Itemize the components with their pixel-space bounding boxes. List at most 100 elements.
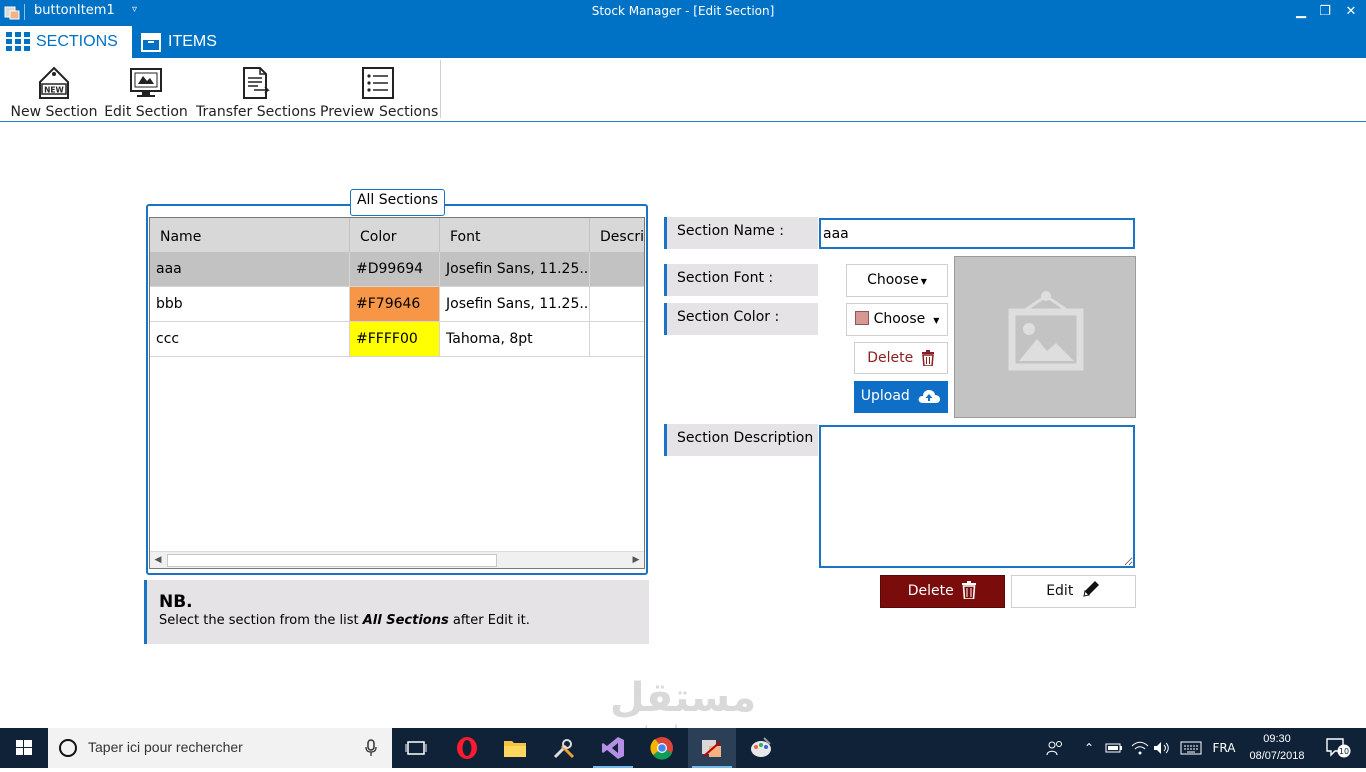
svg-text:NEW: NEW (44, 86, 64, 95)
choose-color-button[interactable]: Choose ▼ (846, 303, 948, 336)
upload-image-button[interactable]: Upload (854, 381, 948, 413)
tab-sections[interactable]: SECTIONS (0, 26, 132, 58)
file-explorer-taskbar-button[interactable] (491, 728, 539, 768)
visual-studio-taskbar-button[interactable] (589, 728, 637, 768)
column-header-description[interactable]: Descri (590, 218, 644, 252)
edit-section-button[interactable]: Edit Section (104, 62, 188, 120)
cell-font[interactable]: Josefin Sans, 11.25... (440, 252, 590, 287)
chrome-taskbar-button[interactable] (638, 728, 686, 768)
delete-section-label: Delete (907, 583, 954, 599)
cortana-icon (59, 739, 77, 757)
clock-date: 08/07/2018 (1249, 750, 1305, 762)
tray-overflow-chevron-icon[interactable]: ⌃ (1080, 728, 1098, 768)
note-text-after: after Edit it. (448, 613, 530, 628)
sections-grid[interactable]: Name Color Font Descri aaa #D99694 Josefin… (149, 217, 645, 569)
tools-taskbar-button[interactable] (540, 728, 588, 768)
section-description-input[interactable] (819, 425, 1135, 568)
tab-items-label: ITEMS (168, 33, 217, 50)
transfer-sections-label: Transfer Sections (196, 104, 317, 120)
section-image-placeholder[interactable] (954, 256, 1136, 418)
taskbar: Taper ici pour rechercher ⌃ FRA 09:30 08… (0, 728, 1366, 768)
close-button[interactable]: ✕ (1340, 2, 1362, 22)
cell-color[interactable]: #FFFF00 (350, 322, 440, 357)
note-text-emphasis: All Sections (362, 613, 449, 628)
cell-description[interactable] (590, 252, 644, 287)
delete-section-button[interactable]: Delete (880, 575, 1005, 608)
preview-sections-button[interactable]: Preview Sections (320, 62, 438, 120)
restore-button[interactable]: ❐ (1314, 2, 1336, 22)
upload-image-label: Upload (860, 388, 910, 404)
visual-studio-icon (602, 737, 624, 759)
tab-items[interactable]: ITEMS (136, 26, 246, 58)
cell-name[interactable]: ccc (150, 322, 350, 357)
people-icon[interactable] (1044, 728, 1066, 768)
table-row[interactable]: aaa #D99694 Josefin Sans, 11.25... (150, 252, 644, 287)
edit-section-submit-button[interactable]: Edit (1011, 575, 1136, 608)
image-placeholder-icon (1008, 291, 1084, 371)
edit-monitor-icon (130, 68, 162, 97)
action-center-button[interactable]: 10 (1318, 728, 1358, 768)
start-button[interactable] (0, 728, 48, 768)
note-title: NB. (159, 592, 193, 612)
table-row[interactable]: bbb #F79646 Josefin Sans, 11.25... (150, 287, 644, 322)
section-name-label: Section Name : (664, 217, 818, 249)
window-title: Stock Manager - [Edit Section] (591, 4, 775, 18)
task-view-button[interactable] (392, 728, 440, 768)
scrollbar-thumb[interactable] (167, 554, 497, 567)
cell-description[interactable] (590, 287, 644, 322)
choose-font-button[interactable]: Choose ▼ (846, 264, 948, 297)
task-view-icon (405, 741, 427, 755)
chrome-icon (650, 737, 673, 760)
transfer-sections-button[interactable]: Transfer Sections (196, 62, 317, 120)
paint-taskbar-button[interactable] (737, 728, 785, 768)
clock-time: 09:30 (1263, 733, 1291, 745)
column-header-font[interactable]: Font (440, 218, 590, 252)
cell-font[interactable]: Josefin Sans, 11.25... (440, 287, 590, 322)
scroll-left-icon[interactable]: ◀ (150, 552, 166, 568)
minimize-button[interactable]: ▁ (1290, 2, 1312, 22)
choose-font-label: Choose (867, 272, 919, 288)
volume-icon[interactable] (1152, 728, 1172, 768)
opera-taskbar-button[interactable] (443, 728, 491, 768)
tab-sections-label: SECTIONS (36, 33, 118, 50)
new-section-button[interactable]: NEW New Section (10, 62, 98, 120)
microphone-icon[interactable] (364, 739, 378, 757)
column-header-name[interactable]: Name (150, 218, 350, 252)
ribbon-bar: NEW New Section Edit Section Transfer Se… (0, 58, 1366, 122)
grid-icon (6, 32, 30, 51)
all-sections-caption: All Sections (350, 189, 445, 216)
taskbar-search-box[interactable]: Taper ici pour rechercher (48, 728, 392, 768)
trash-icon (921, 350, 934, 366)
delete-image-label: Delete (867, 350, 914, 366)
section-font-label: Section Font : (664, 264, 818, 296)
cell-color[interactable]: #D99694 (350, 252, 440, 287)
paint-palette-icon (751, 737, 771, 757)
new-section-label: New Section (10, 104, 98, 120)
table-row[interactable]: ccc #FFFF00 Tahoma, 8pt (150, 322, 644, 357)
taskbar-clock[interactable]: 09:30 08/07/2018 (1244, 731, 1310, 765)
notification-icon: 10 (1326, 738, 1351, 758)
cell-name[interactable]: bbb (150, 287, 350, 322)
battery-icon[interactable] (1104, 728, 1124, 768)
touch-keyboard-icon[interactable] (1178, 728, 1204, 768)
delete-image-button[interactable]: Delete (854, 342, 948, 374)
windows-logo-icon (16, 740, 32, 755)
pencil-icon (1083, 581, 1099, 597)
cell-name[interactable]: aaa (150, 252, 350, 287)
input-language-indicator[interactable]: FRA (1208, 728, 1240, 768)
choose-color-label: Choose (873, 311, 926, 327)
stock-manager-icon (702, 740, 721, 757)
section-name-input[interactable] (819, 218, 1135, 249)
trash-icon (962, 581, 977, 599)
cell-font[interactable]: Tahoma, 8pt (440, 322, 590, 357)
cell-color[interactable]: #F79646 (350, 287, 440, 322)
cell-description[interactable] (590, 322, 644, 357)
note-text-before: Select the section from the list (159, 613, 363, 628)
folder-icon (504, 741, 526, 757)
horizontal-scrollbar[interactable]: ◀ ▶ (150, 551, 644, 568)
stock-manager-taskbar-button[interactable] (688, 728, 736, 768)
column-header-color[interactable]: Color (350, 218, 440, 252)
scroll-right-icon[interactable]: ▶ (628, 552, 644, 568)
section-description-label: Section Description : (664, 424, 822, 456)
wifi-icon[interactable] (1130, 728, 1150, 768)
